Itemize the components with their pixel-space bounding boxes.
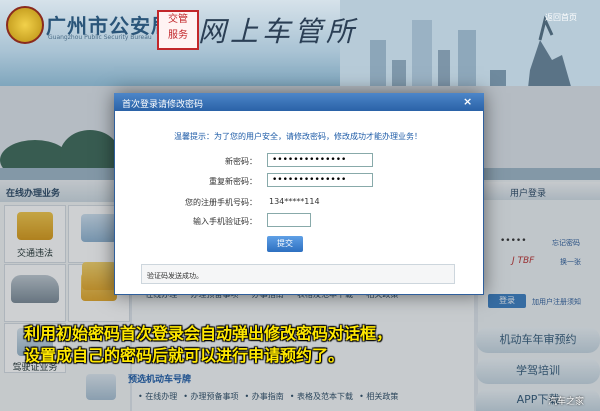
caption-line-1: 利用初始密码首次登录会自动弹出修改密码对话框， bbox=[24, 324, 393, 343]
stamp-line-1: 交管 bbox=[168, 14, 188, 25]
site-subtitle: Guangzhou Public Security Bureau bbox=[48, 34, 152, 41]
repeat-password-input[interactable]: •••••••••••••• bbox=[267, 173, 373, 187]
online-dmv-title: 网上车管所 bbox=[198, 15, 359, 48]
new-password-input[interactable]: •••••••••••••• bbox=[267, 153, 373, 167]
phone-value: 134*****114 bbox=[269, 197, 320, 206]
home-link[interactable]: 返回首页 bbox=[545, 12, 577, 23]
security-tip: 温馨提示：为了您的用户安全，请修改密码，修改成功才能办理业务！ bbox=[174, 132, 422, 141]
watermark: 汽车之家 bbox=[548, 397, 585, 407]
phone-label: 您的注册手机号码： bbox=[185, 198, 257, 207]
sms-code-input[interactable] bbox=[267, 213, 311, 227]
dialog-title: 首次登录请修改密码 bbox=[122, 100, 204, 110]
caption-line-2: 设置成自己的密码后就可以进行申请预约了。 bbox=[24, 346, 345, 365]
repeat-password-label: 重复新密码： bbox=[209, 177, 257, 186]
status-message: 验证码发送成功。 bbox=[147, 272, 203, 280]
close-icon[interactable]: × bbox=[463, 95, 472, 108]
traffic-service-stamp: 交管 服务 bbox=[157, 10, 199, 50]
new-password-label: 新密码： bbox=[225, 157, 257, 166]
submit-button[interactable]: 提交 bbox=[267, 236, 303, 252]
police-emblem-icon bbox=[6, 6, 44, 44]
sms-code-label: 输入手机验证码： bbox=[193, 217, 257, 226]
stamp-line-2: 服务 bbox=[168, 30, 188, 41]
